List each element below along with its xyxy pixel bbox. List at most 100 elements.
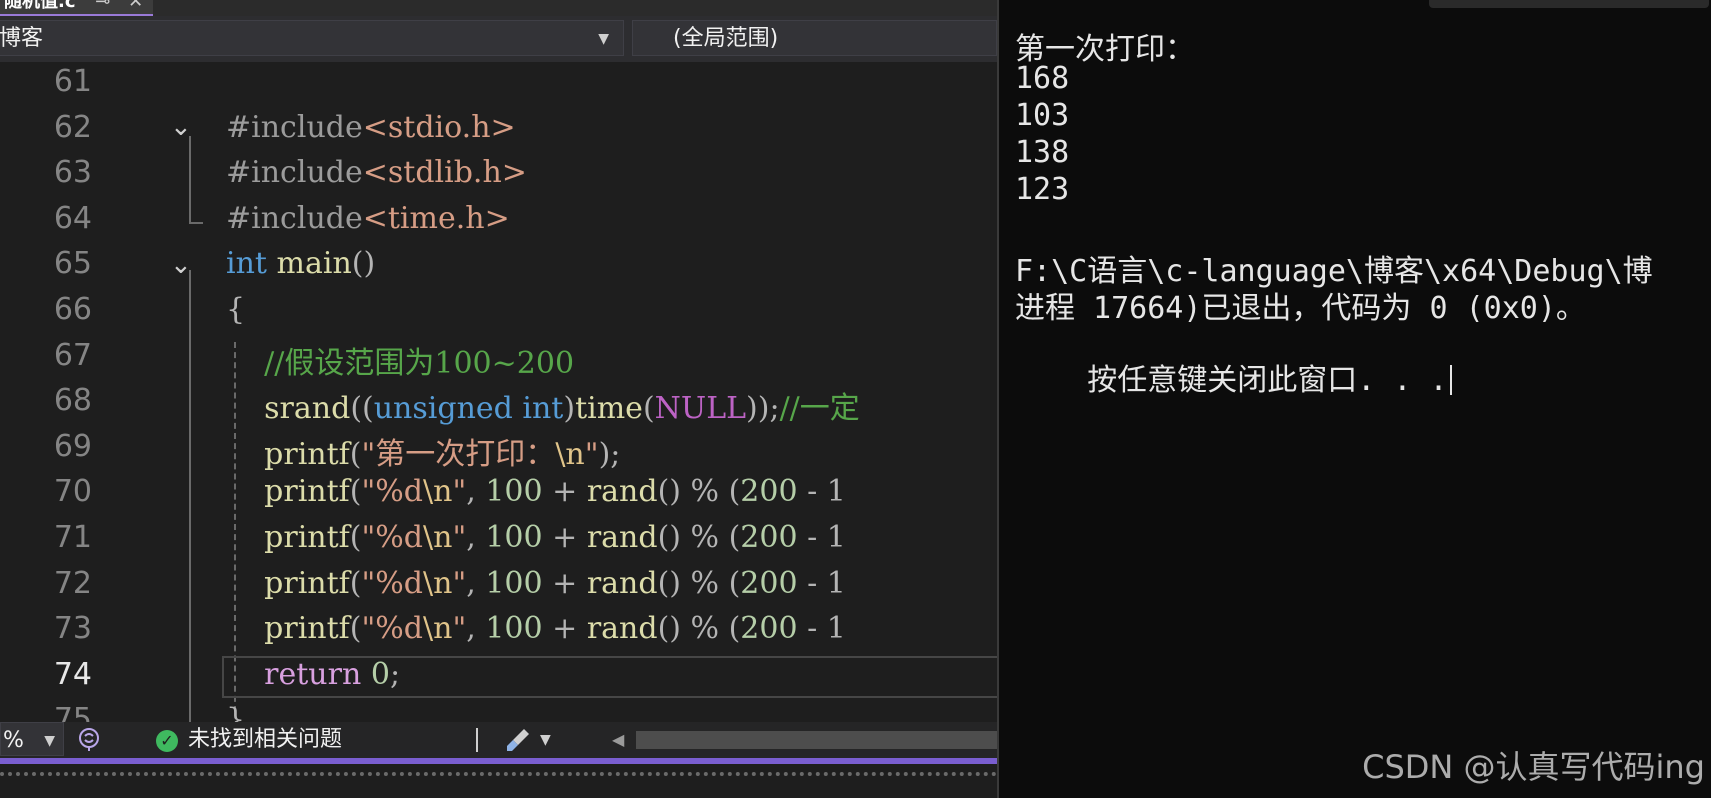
code-text: #include<time.h> <box>226 201 510 236</box>
code-editor[interactable]: ⌄ ⌄ 61 62 #include<stdio.h> 63 #include<stdl… <box>0 62 997 722</box>
issues-status-text[interactable]: 未找到相关问题 <box>188 722 342 758</box>
code-line[interactable]: 72 printf("%d\n", 100 + rand() % (200 - … <box>0 566 997 612</box>
code-line[interactable]: 73 printf("%d\n", 100 + rand() % (200 - … <box>0 611 997 657</box>
document-tab-strip: 随机值.c ⊸ ✕ <box>0 0 997 17</box>
editor-status-bar: % ▼ ✓ 未找到相关问题 ▼ ◀ <box>0 722 997 758</box>
code-token: , <box>466 520 486 555</box>
code-line[interactable]: 69 printf("第一次打印：\n"); <box>0 429 997 475</box>
code-text: printf("%d\n", 100 + rand() % (200 - 1 <box>226 520 846 555</box>
line-number: 68 <box>53 383 92 419</box>
line-number: 71 <box>53 520 92 555</box>
code-token: NULL <box>654 391 747 427</box>
code-line[interactable]: 62 #include<stdio.h> <box>0 110 997 156</box>
code-token: \n <box>555 436 585 472</box>
code-line[interactable]: 75} <box>0 702 997 722</box>
horizontal-scrollbar[interactable] <box>636 731 997 749</box>
code-token: "%d <box>361 520 424 555</box>
brain-icon[interactable] <box>76 726 102 752</box>
code-line[interactable]: 65 int main() <box>0 246 997 292</box>
line-number: 74 <box>53 656 92 692</box>
code-token: 200 <box>740 611 798 647</box>
console-window[interactable]: 第一次打印： 168 103 138 123 F:\C语言\c-language… <box>997 0 1711 798</box>
code-line[interactable]: 68 srand((unsigned int)time(NULL));//一定 <box>0 383 997 429</box>
code-token: () % ( <box>657 611 741 647</box>
code-token: \n <box>423 565 453 601</box>
code-token: " <box>452 474 467 510</box>
code-text: printf("%d\n", 100 + rand() % (200 - 1 <box>226 566 846 601</box>
code-token: <time.h> <box>362 200 510 236</box>
code-line[interactable]: 67 //假设范围为100~200 <box>0 338 997 384</box>
line-number: 62 <box>53 109 92 145</box>
code-line[interactable]: 66 { <box>0 292 997 338</box>
code-token: rand <box>586 565 658 601</box>
panel-grip[interactable] <box>0 772 997 782</box>
close-icon[interactable]: ✕ <box>128 0 143 12</box>
project-dropdown[interactable]: 博客 ▼ <box>0 20 624 56</box>
code-token: 100 <box>485 520 543 555</box>
scroll-left-icon[interactable]: ◀ <box>612 722 624 758</box>
console-title-bar <box>999 0 1711 12</box>
code-text: return 0; <box>226 657 400 692</box>
code-token: #include <box>226 155 363 191</box>
code-editor-window: 随机值.c ⊸ ✕ 博客 ▼ (全局范围) ⌄ ⌄ 61 62 #include<s… <box>0 0 997 798</box>
code-token: { <box>226 292 246 327</box>
code-token: + <box>542 565 587 601</box>
code-token: + <box>542 611 587 647</box>
code-line[interactable]: 64 #include<time.h> <box>0 201 997 247</box>
code-token: " <box>452 565 467 601</box>
code-token: - 1 <box>797 474 846 510</box>
navigation-bar: 博客 ▼ (全局范围) <box>0 16 997 63</box>
code-text: #include<stdlib.h> <box>226 155 527 190</box>
console-prompt-line: 按任意键关闭此窗口. . . <box>1015 320 1452 434</box>
tab-filename: 随机值.c <box>4 0 76 12</box>
code-token: main <box>276 246 352 282</box>
code-token: 100 <box>485 611 543 647</box>
console-tab[interactable] <box>1429 0 1709 8</box>
code-token: ) <box>563 391 576 427</box>
code-token: 200 <box>740 520 798 555</box>
code-token: "%d <box>361 611 424 647</box>
line-number: 73 <box>53 611 92 647</box>
code-token: ); <box>598 436 621 472</box>
code-token: unsigned int <box>373 391 564 427</box>
code-token: + <box>542 474 587 510</box>
pin-icon[interactable]: ⊸ <box>95 0 110 12</box>
code-line[interactable]: 74 return 0; <box>0 657 997 703</box>
code-token: //假设范围为100~200 <box>264 345 575 381</box>
brush-icon[interactable] <box>504 726 532 754</box>
code-token: - 1 <box>797 611 846 647</box>
code-line[interactable]: 63 #include<stdlib.h> <box>0 155 997 201</box>
accent-line <box>0 758 997 764</box>
document-tab[interactable]: 随机值.c ⊸ ✕ <box>0 0 154 17</box>
code-line[interactable]: 61 <box>0 64 997 110</box>
line-number: 63 <box>53 155 92 191</box>
code-token: <stdio.h> <box>362 109 516 145</box>
check-circle-icon: ✓ <box>156 730 178 752</box>
code-token: return <box>264 656 362 692</box>
line-number: 67 <box>53 337 92 373</box>
scope-dropdown-value: (全局范围) <box>673 26 779 51</box>
console-line: 103 <box>1015 98 1070 133</box>
code-token: () <box>351 246 376 282</box>
code-token: 0 <box>370 656 390 692</box>
chevron-down-icon[interactable]: ▼ <box>540 722 551 758</box>
code-token: 200 <box>740 474 798 510</box>
code-token: ( <box>349 611 362 647</box>
chevron-down-icon: ▼ <box>44 733 55 749</box>
code-token: ; <box>389 656 401 692</box>
code-token: printf <box>264 520 350 555</box>
zoom-dropdown[interactable]: % ▼ <box>0 722 64 756</box>
code-token: - 1 <box>797 565 846 601</box>
code-line[interactable]: 71 printf("%d\n", 100 + rand() % (200 - … <box>0 520 997 566</box>
code-token: //一定 <box>779 391 860 427</box>
code-token: printf <box>264 436 350 472</box>
scope-dropdown[interactable]: (全局范围) <box>632 20 997 56</box>
code-token: \n <box>423 611 453 647</box>
code-line[interactable]: 70 printf("%d\n", 100 + rand() % (200 - … <box>0 474 997 520</box>
line-number: 72 <box>53 565 92 601</box>
